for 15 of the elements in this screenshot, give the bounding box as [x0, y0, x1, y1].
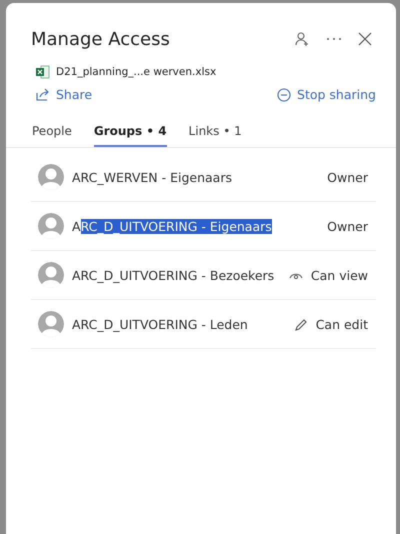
permission-label[interactable]: Can view [310, 268, 368, 282]
stop-sharing-link[interactable]: Stop sharing [277, 87, 376, 102]
share-link[interactable]: Share [36, 87, 92, 102]
group-name: ARC_WERVEN - Eigenaars [72, 170, 233, 184]
group-name: ARC_D_UITVOERING - Eigenaars [72, 218, 273, 234]
tab[interactable]: Links • 1 [188, 118, 242, 147]
permission-label[interactable]: Can edit [316, 316, 368, 332]
group-name: ARC_D_UITVOERING - Leden [72, 316, 249, 332]
permission-label[interactable]: Owner [327, 170, 368, 184]
tab[interactable]: Groups • 4 [94, 118, 167, 147]
dialog-title: Manage Access [31, 28, 171, 50]
permission-label[interactable]: Owner [327, 218, 368, 234]
tab[interactable]: People [32, 118, 72, 147]
file-name: D21_planning_...e werven.xlsx [56, 66, 216, 78]
group-name: ARC_D_UITVOERING - Bezoekers [72, 268, 276, 282]
